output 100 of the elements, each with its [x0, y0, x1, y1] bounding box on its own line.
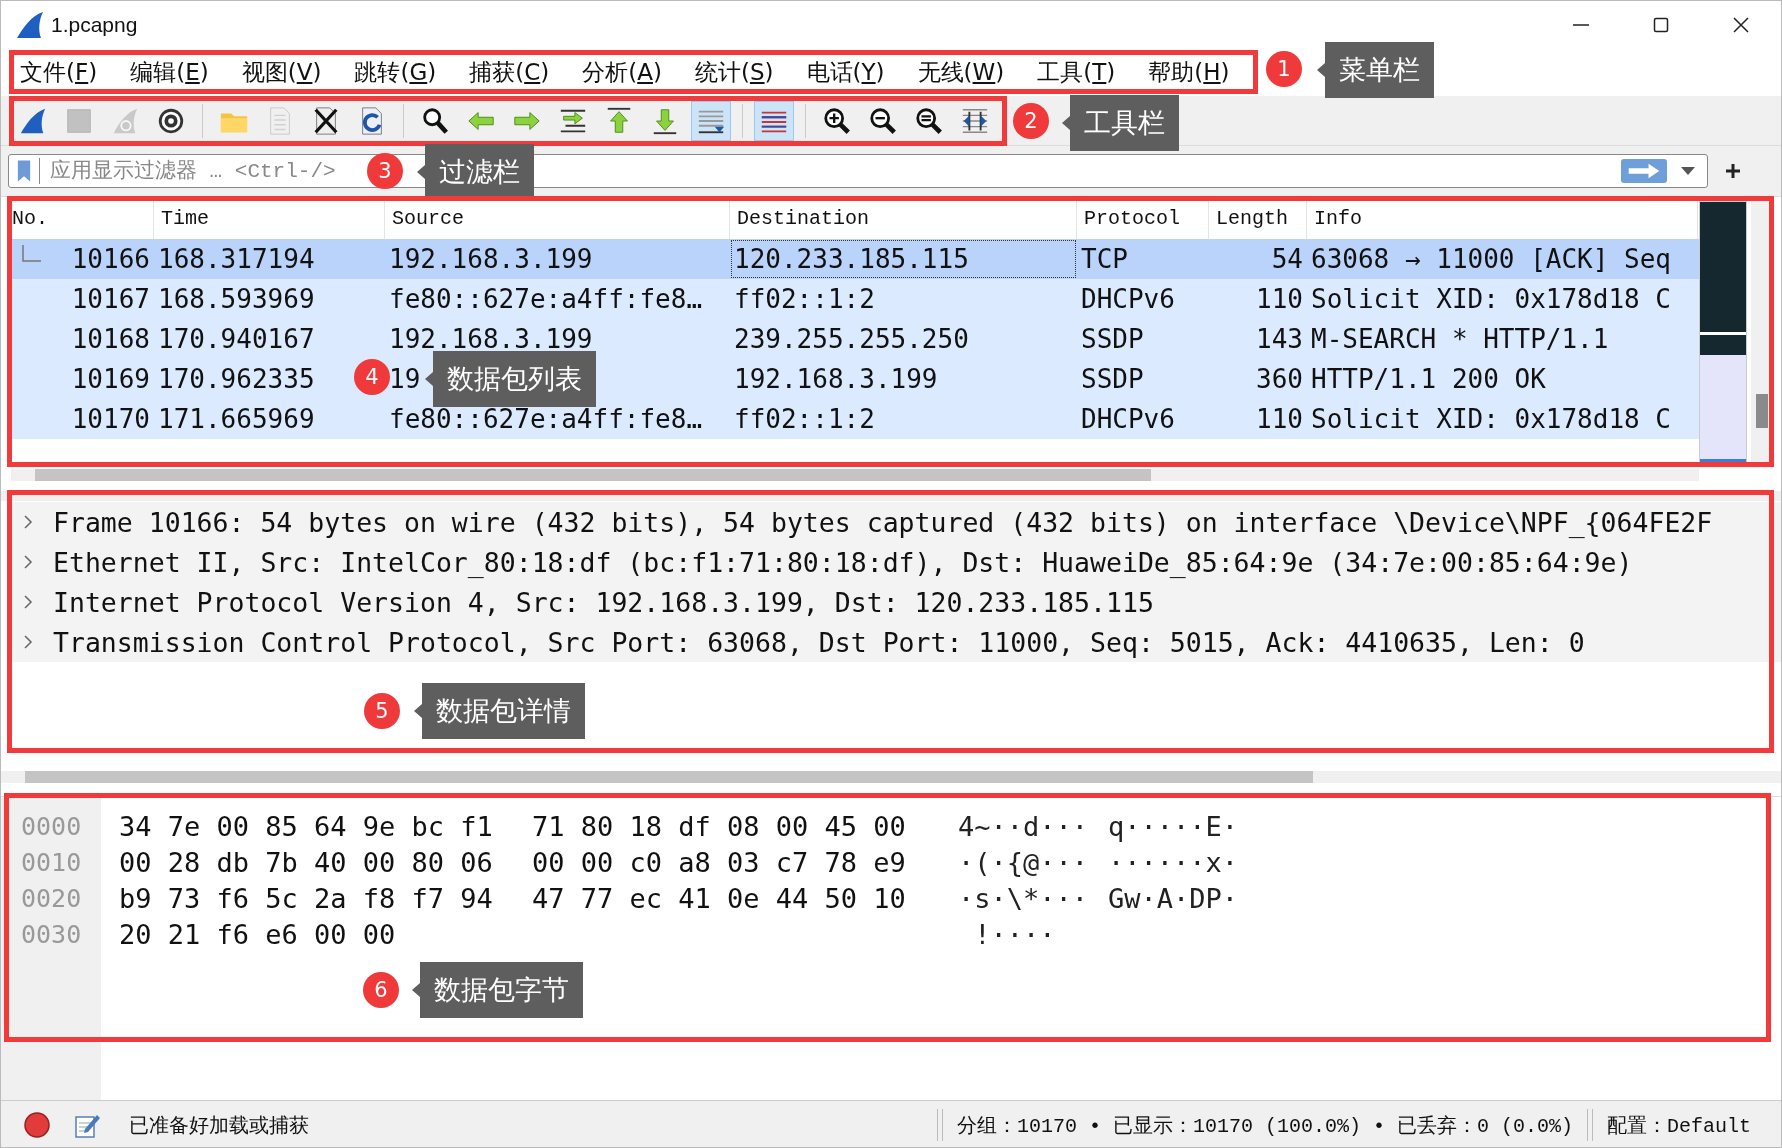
status-message: 已准备好加载或捕获	[129, 1111, 309, 1139]
hex-bytes: 20 21 f6 e6 00 00	[119, 918, 397, 952]
zoom-reset-icon	[914, 105, 944, 136]
menu-item[interactable]: 跳转(G)	[354, 57, 437, 88]
table-cell: 110	[1256, 404, 1303, 434]
hex-bytes: 71 80 18 df 08 00 45 00	[532, 810, 907, 844]
close-icon	[1731, 15, 1751, 35]
offset-label: 0010	[21, 847, 82, 879]
chevron-icon[interactable]	[23, 594, 33, 610]
chevron-icon[interactable]	[23, 554, 33, 570]
number-badge: 1	[1266, 51, 1302, 87]
table-cell: 19	[389, 364, 421, 394]
table-cell: fe80::627e:a4ff:fe8…	[389, 284, 703, 314]
menu-item[interactable]: 编辑(E)	[130, 57, 209, 88]
scrollbar-thumb[interactable]	[1756, 394, 1768, 428]
table-cell: Solicit XID: 0x178d18 C	[1311, 284, 1672, 314]
hex-bytes: 00 28 db 7b 40 00 80 06	[119, 846, 494, 880]
ascii-bytes: ·(·{@···	[958, 846, 1090, 880]
zoom-in-icon	[822, 105, 852, 136]
tree-item[interactable]: Transmission Control Protocol, Src Port: 63068, Dst Port: 11000, Seq: 5015, Ack: 4410635, Len: 0	[11, 622, 1781, 662]
scrollbar-thumb[interactable]	[35, 469, 1151, 481]
menu-item[interactable]: 视图(V)	[241, 57, 322, 88]
table-cell: 192.168.3.199	[734, 364, 938, 394]
table-cell: 120.233.185.115	[734, 244, 969, 274]
profile-label[interactable]: 配置：Default	[1607, 1111, 1751, 1139]
hex-bytes: 00 00 c0 a8 03 c7 78 e9	[532, 846, 907, 880]
table-cell: 239.255.255.250	[734, 324, 969, 354]
dropdown-caret-icon[interactable]	[1681, 167, 1695, 175]
table-cell: 10170	[71, 404, 150, 434]
packet-row[interactable]: 10166 168.317194 192.168.3.199 120.233.185.115 TCP 54 63068 → 11000 [ACK] Seq	[11, 239, 1699, 279]
offset-label: 0020	[21, 883, 82, 915]
table-cell: 10167	[71, 284, 150, 314]
callout-label: 数据包列表	[425, 351, 596, 407]
table-cell: SSDP	[1081, 324, 1144, 354]
table-cell: Solicit XID: 0x178d18 C	[1311, 404, 1672, 434]
table-cell: 54	[1271, 244, 1303, 274]
table-cell: 192.168.3.199	[389, 244, 593, 274]
table-cell: 170.962335	[158, 364, 315, 394]
packet-row[interactable]: 10170 171.665969 fe80::627e:a4ff:fe8… ff02::1:2 DHCPv6 110 Solicit XID: 0x178d18 C	[11, 399, 1699, 439]
table-cell: 170.940167	[158, 324, 315, 354]
table-cell: 10168	[71, 324, 150, 354]
table-cell: ff02::1:2	[734, 404, 875, 434]
maximize-icon	[1651, 15, 1671, 35]
table-cell: ff02::1:2	[734, 284, 875, 314]
table-cell: 168.593969	[158, 284, 315, 314]
minimize-icon	[1573, 24, 1589, 26]
ascii-bytes: ·s·\*···	[958, 882, 1090, 916]
table-cell: DHCPv6	[1081, 404, 1175, 434]
table-cell: 110	[1256, 284, 1303, 314]
ascii-bytes: q·····E·	[1108, 810, 1239, 844]
table-cell: HTTP/1.1 200 OK	[1311, 364, 1546, 394]
callout-label: 菜单栏	[1317, 42, 1434, 98]
menu-item[interactable]: 无线(W)	[917, 57, 1005, 88]
table-cell: SSDP	[1081, 364, 1144, 394]
table-cell: TCP	[1081, 244, 1128, 274]
table-cell: 10166	[71, 244, 150, 274]
tree-item[interactable]: Ethernet II, Src: IntelCor_80:18:df (bc:f1:71:80:18:df), Dst: HuaweiDe_85:64:9e (34:7e:00:85:64:9e)	[11, 542, 1781, 582]
table-cell: 171.665969	[158, 404, 315, 434]
table-cell: fe80::627e:a4ff:fe8…	[389, 404, 703, 434]
ascii-bytes: !····	[973, 918, 1057, 952]
menu-item[interactable]: 文件(F)	[20, 57, 98, 88]
shark-fin-icon	[15, 10, 45, 40]
hex-bytes: b9 73 f6 5c 2a f8 f7 94	[119, 882, 494, 916]
menu-item[interactable]: 捕获(C)	[469, 57, 550, 88]
table-cell: 192.168.3.199	[389, 324, 593, 354]
menu-item[interactable]: 电话(Y)	[806, 57, 885, 88]
menu-item[interactable]: 工具(T)	[1037, 57, 1116, 88]
scrollbar-thumb[interactable]	[25, 771, 1313, 783]
ascii-bytes: ······x·	[1108, 846, 1239, 880]
menu-item[interactable]: 分析(A)	[582, 57, 662, 88]
table-cell: 10169	[71, 364, 150, 394]
chevron-icon[interactable]	[23, 634, 33, 650]
tree-item-text: Transmission Control Protocol, Src Port: 63068, Dst Port: 11000, Seq: 5015, Ack: 4410635, Len: 0	[53, 626, 1585, 658]
window-title: 1.pcapng	[51, 13, 138, 37]
packet-minimap[interactable]	[1699, 201, 1747, 463]
chevron-icon[interactable]	[23, 514, 33, 530]
hex-bytes: 47 77 ec 41 0e 44 50 10	[532, 882, 907, 916]
number-badge: 6	[363, 972, 399, 1008]
table-cell: DHCPv6	[1081, 284, 1175, 314]
table-cell: 360	[1256, 364, 1303, 394]
menu-item[interactable]: 统计(S)	[694, 57, 774, 88]
callout-label: 数据包详情	[414, 683, 585, 739]
bookmark-icon	[17, 159, 31, 183]
record-icon	[23, 1111, 51, 1139]
search-icon	[420, 105, 450, 136]
apply-filter-button[interactable]	[1621, 159, 1667, 183]
packet-row[interactable]: 10168 170.940167 192.168.3.199 239.255.255.250 SSDP 143 M-SEARCH * HTTP/1.1	[11, 319, 1699, 359]
table-cell: 63068 → 11000 [ACK] Seq	[1311, 244, 1672, 274]
callout-label: 数据包字节	[412, 962, 583, 1018]
tree-item-text: Ethernet II, Src: IntelCor_80:18:df (bc:f1:71:80:18:df), Dst: HuaweiDe_85:64:9e (34:7e:00:85:64:9e)	[53, 546, 1633, 578]
zoom-out-icon	[868, 105, 898, 136]
offset-label: 0000	[21, 811, 82, 843]
tree-item[interactable]: Frame 10166: 54 bytes on wire (432 bits), 54 bytes captured (432 bits) on interface \Device\NPF_{064FE2F	[11, 502, 1781, 542]
tree-item[interactable]: Internet Protocol Version 4, Src: 192.168.3.199, Dst: 120.233.185.115	[11, 582, 1781, 622]
table-cell: 143	[1256, 324, 1303, 354]
packet-row[interactable]: 10167 168.593969 fe80::627e:a4ff:fe8… ff02::1:2 DHCPv6 110 Solicit XID: 0x178d18 C	[11, 279, 1699, 319]
menu-item[interactable]: 帮助(H)	[1148, 57, 1230, 88]
callout-label: 工具栏	[1062, 95, 1179, 151]
add-icon[interactable]	[1724, 162, 1742, 180]
tree-item-text: Frame 10166: 54 bytes on wire (432 bits), 54 bytes captured (432 bits) on interface \Device\NPF_{064FE2F	[53, 506, 1713, 538]
